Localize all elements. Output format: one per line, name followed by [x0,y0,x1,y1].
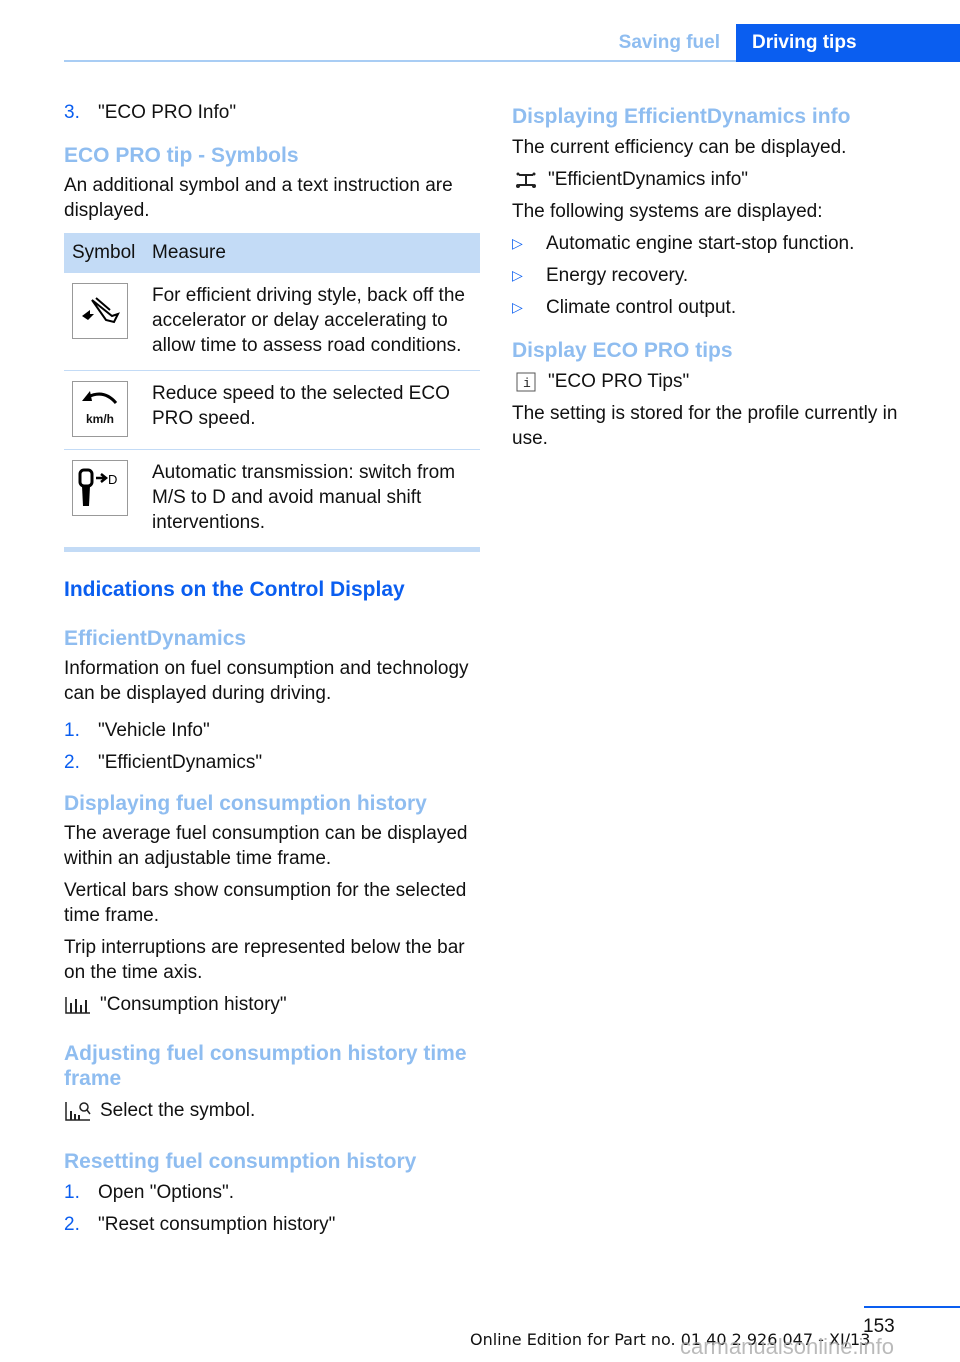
tips-text: The setting is stored for the profile cu… [512,403,898,449]
triangle-bullet-icon: ▷ [512,267,523,283]
systems-list: ▷ Automatic engine start-stop function. … [512,231,932,320]
list-text: "Vehicle Info" [98,720,210,741]
systems-intro: The following systems are displayed: [512,201,823,222]
list-item: ▷ Automatic engine start-stop function. [512,231,932,256]
list-text: Open "Options". [98,1182,235,1203]
display-eco-pro-tips-heading: Display ECO PRO tips [512,339,733,362]
menu-text: "ECO PRO Tips" [548,371,690,392]
list-text: "ECO PRO Info" [98,102,237,123]
symbol-table: Symbol Measure For efficient driving sty… [64,233,480,552]
list-number: 3. [64,102,80,123]
history-paragraph: The average fuel consumption can be disp… [64,823,468,869]
list-number: 2. [64,752,80,773]
list-item: 1. "Vehicle Info" [64,718,480,743]
history-heading: Displaying fuel consumption history [64,792,427,815]
chapter-tab-driving-tips[interactable]: Driving tips [736,24,960,62]
list-text: Automatic engine start-stop function. [546,233,855,254]
list-item: ▷ Energy recovery. [512,263,932,288]
efficientdynamics-icon [512,170,540,190]
eco-tip-intro: An additional symbol and a text instruct… [64,175,453,221]
svg-text:D: D [108,472,117,487]
info-box-icon: i [512,372,540,392]
watermark: carmanualsonline.info [680,1334,895,1359]
history-paragraph: Vertical bars show consumption for the s… [64,880,467,926]
reset-heading: Resetting fuel consumption history [64,1150,417,1173]
history-paragraph: Trip interruptions are represented below… [64,937,465,983]
list-text: "Reset consumption history" [98,1214,336,1235]
list-item: 1. Open "Options". [64,1180,480,1205]
list-item: ▷ Climate control output. [512,295,932,320]
adjust-action: Select the symbol. [64,1098,480,1123]
efficientdynamics-text: Information on fuel consumption and tech… [64,658,469,704]
list-text: Climate control output. [546,297,737,318]
reduce-speed-kmh-icon: km/h [72,381,128,437]
efficientdynamics-info-menu: "EfficientDynamics info" [512,167,932,192]
table-row: D Automatic transmission: switch from M/… [64,449,480,552]
table-measure: Reduce speed to the selected ECO PRO spe… [144,370,480,450]
table-row: For efficient driving style, back off th… [64,273,480,371]
list-item: 3. "ECO PRO Info" [64,100,480,125]
indications-heading: Indications on the Control Display [64,578,405,601]
table-measure: For efficient driving style, back off th… [144,273,480,371]
table-header-measure: Measure [144,233,480,273]
menu-text: "Consumption history" [100,994,287,1015]
list-number: 2. [64,1214,80,1235]
efficientdynamics-heading: EfficientDynamics [64,627,247,650]
list-text: Energy recovery. [546,265,689,286]
display-efficientdynamics-heading: Displaying EfficientDynamics info [512,105,851,128]
bar-chart-icon [64,995,92,1015]
table-measure: Automatic transmission: switch from M/S … [144,449,480,552]
table-row: km/h Reduce speed to the selected ECO PR… [64,370,480,450]
adjust-heading: Adjusting fuel consumption history time … [64,1042,467,1090]
list-item: 2. "Reset consumption history" [64,1212,480,1237]
gear-selector-to-d-icon: D [72,460,128,516]
eco-pro-tips-menu: i "ECO PRO Tips" [512,369,932,394]
bar-chart-zoom-icon [64,1101,92,1121]
accelerator-backoff-icon [72,283,128,339]
menu-text: "EfficientDynamics info" [548,169,749,190]
section-tab-saving-fuel[interactable]: Saving fuel [600,22,736,62]
eco-tip-heading: ECO PRO tip - Symbols [64,144,299,167]
footer-rule [864,1306,960,1308]
consumption-history-menu: "Consumption history" [64,992,480,1017]
right-column: Displaying EfficientDynamics info The cu… [512,100,932,451]
list-item: 2. "EfficientDynamics" [64,750,480,775]
list-number: 1. [64,1182,80,1203]
reset-steps: 1. Open "Options". 2. "Reset consumption… [64,1180,480,1237]
triangle-bullet-icon: ▷ [512,235,523,251]
list-text: "EfficientDynamics" [98,752,263,773]
display-text: The current efficiency can be displayed. [512,137,847,158]
action-text: Select the symbol. [100,1100,256,1121]
left-column: 3. "ECO PRO Info" ECO PRO tip - Symbols … [64,100,480,1244]
kmh-label: km/h [85,411,114,426]
svg-text:i: i [523,376,531,391]
list-number: 1. [64,720,80,741]
table-header-symbol: Symbol [64,233,144,273]
triangle-bullet-icon: ▷ [512,299,523,315]
efficientdynamics-steps: 1. "Vehicle Info" 2. "EfficientDynamics" [64,718,480,775]
